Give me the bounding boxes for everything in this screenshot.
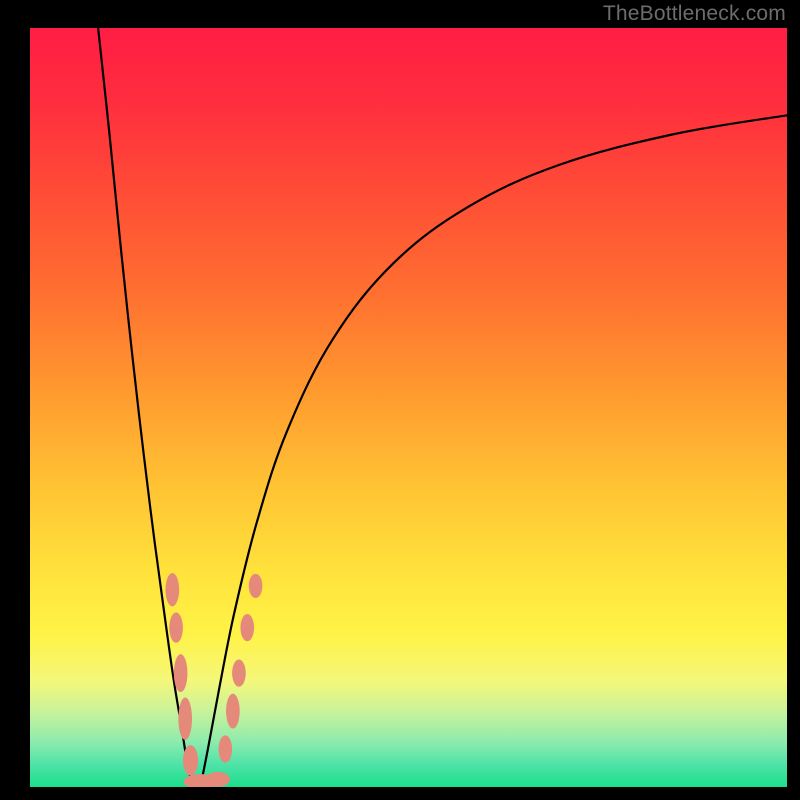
marker-layer xyxy=(166,573,263,787)
data-marker xyxy=(178,697,192,740)
data-marker xyxy=(240,614,254,641)
plot-area xyxy=(30,28,787,787)
chart-frame: TheBottleneck.com xyxy=(0,0,800,800)
right-curve xyxy=(200,115,787,787)
data-marker xyxy=(232,659,246,686)
data-marker xyxy=(183,745,198,775)
data-marker xyxy=(174,654,188,692)
data-marker xyxy=(166,573,180,606)
data-marker xyxy=(218,735,232,762)
data-marker xyxy=(226,694,240,729)
data-marker xyxy=(249,574,263,598)
watermark-text: TheBottleneck.com xyxy=(603,2,786,26)
data-marker xyxy=(169,612,183,642)
data-marker xyxy=(206,772,230,787)
curve-layer xyxy=(30,28,787,787)
